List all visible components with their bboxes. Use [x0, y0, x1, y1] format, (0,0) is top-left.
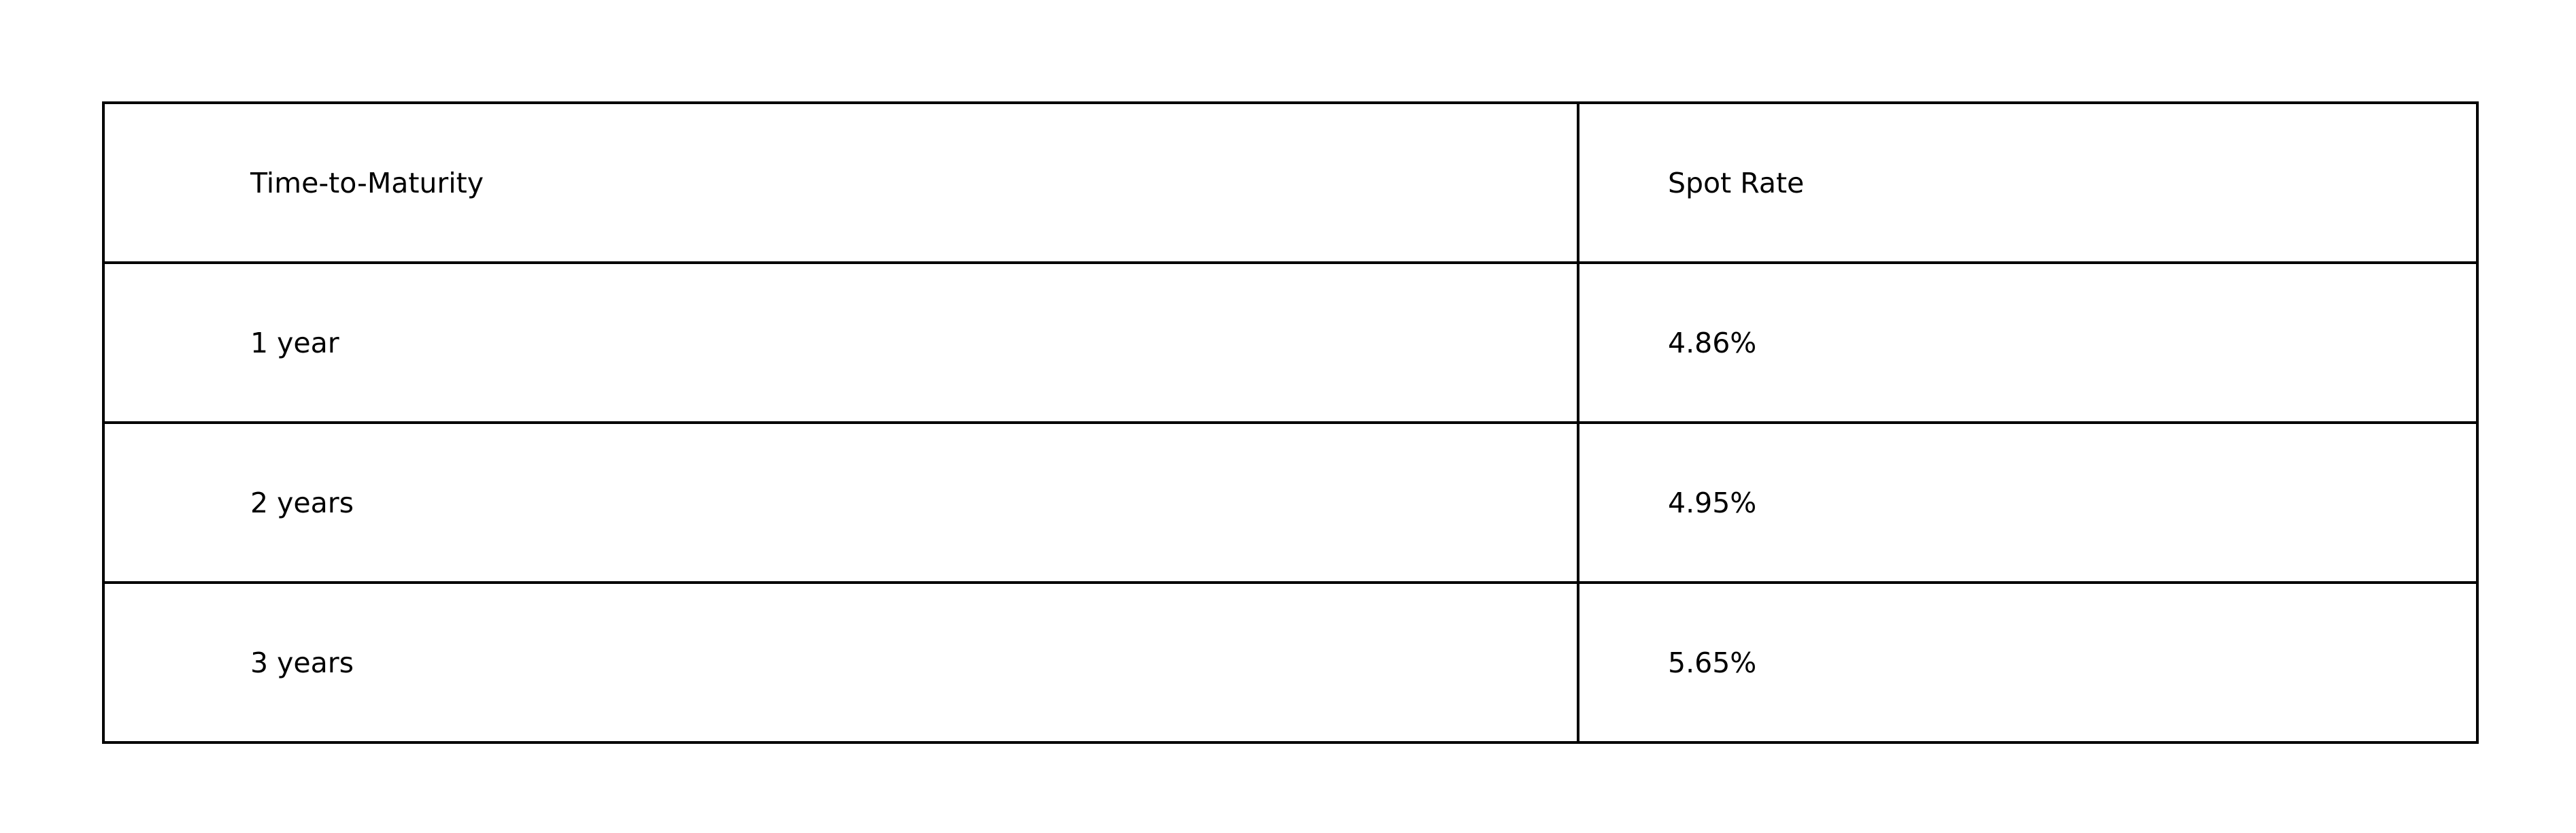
spot-rate-cell: 5.65% — [1577, 581, 2479, 744]
spot-rate-cell: 4.86% — [1577, 261, 2479, 424]
table-row: 1 year 4.86% — [102, 261, 2479, 424]
table-row: 3 years 5.65% — [102, 581, 2479, 744]
header-time-to-maturity: Time-to-Maturity — [102, 101, 1579, 264]
table-header-row: Time-to-Maturity Spot Rate — [102, 101, 2479, 264]
spot-rate-cell: 4.95% — [1577, 421, 2479, 584]
maturity-cell: 2 years — [102, 421, 1579, 584]
table-row: 2 years 4.95% — [102, 421, 2479, 584]
spot-rate-table: Time-to-Maturity Spot Rate 1 year 4.86% … — [102, 101, 2479, 744]
maturity-cell: 1 year — [102, 261, 1579, 424]
maturity-cell: 3 years — [102, 581, 1579, 744]
header-spot-rate: Spot Rate — [1577, 101, 2479, 264]
